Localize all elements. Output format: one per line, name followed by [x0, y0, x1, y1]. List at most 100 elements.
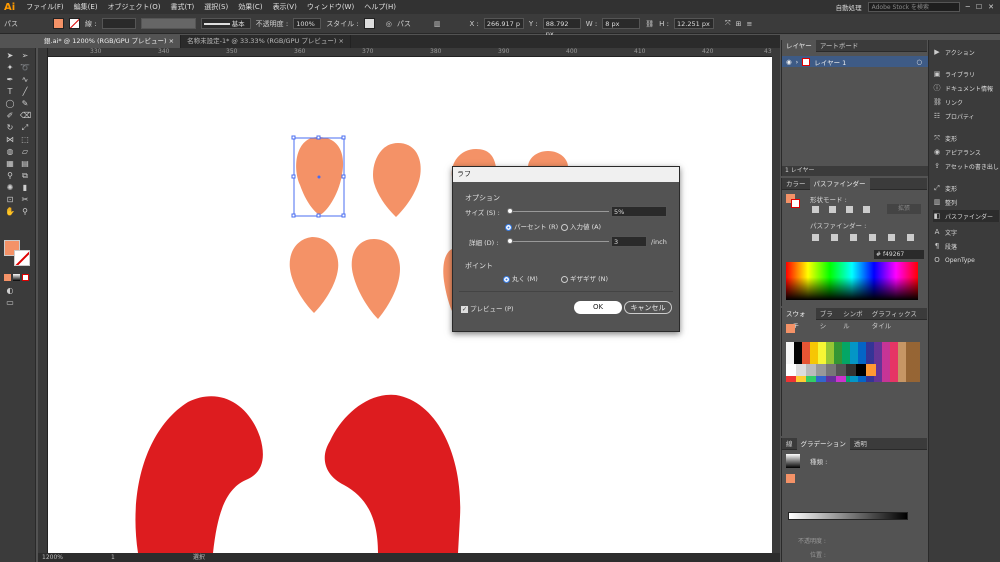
menu-view[interactable]: 表示(V): [268, 2, 302, 12]
graph-tool-icon[interactable]: ▮: [20, 183, 30, 192]
variable-width-field[interactable]: [140, 18, 196, 29]
swatch-grid-row3[interactable]: [786, 376, 846, 382]
menu-object[interactable]: オブジェクト(O): [103, 2, 166, 12]
menu-help[interactable]: ヘルプ(H): [359, 2, 401, 12]
globe-icon[interactable]: ◎: [386, 20, 392, 28]
color-spectrum[interactable]: [786, 262, 918, 300]
workspace-switcher[interactable]: 自動処理: [836, 2, 862, 12]
gradient-thumbnail[interactable]: [786, 454, 800, 468]
tab-brushes[interactable]: ブラシ: [816, 308, 839, 330]
menu-window[interactable]: ウィンドウ(W): [302, 2, 359, 12]
align-icon[interactable]: ▥: [434, 20, 441, 28]
w-field[interactable]: 8 px: [602, 18, 641, 29]
stroke-color-box[interactable]: [14, 250, 30, 266]
layer-row[interactable]: ◉ › レイヤー 1 ○: [782, 56, 928, 67]
layer-name[interactable]: レイヤー 1: [814, 57, 846, 67]
menu-edit[interactable]: 編集(E): [69, 2, 103, 12]
h-field[interactable]: 12.251 px: [674, 18, 715, 29]
absolute-radio[interactable]: 入力値 (A): [561, 221, 601, 231]
expand-chevron-icon[interactable]: ›: [796, 58, 799, 66]
dock-opentype[interactable]: O OpenType: [933, 254, 999, 266]
menu-type[interactable]: 書式(T): [166, 2, 200, 12]
visibility-eye-icon[interactable]: ◉: [786, 58, 792, 66]
direct-selection-tool-icon[interactable]: ➢: [20, 51, 30, 60]
fill-swatch[interactable]: [53, 18, 64, 29]
stock-search-input[interactable]: Adobe Stock を検索: [867, 2, 960, 12]
absolute-radio-dot[interactable]: [561, 223, 568, 231]
isolate-icon[interactable]: ⊞: [736, 20, 742, 28]
dock-appearance[interactable]: ◉ アピアランス: [933, 146, 999, 158]
stroke-weight-field[interactable]: [101, 18, 136, 29]
gradient-fill-swatch[interactable]: [786, 474, 795, 483]
swatch-grid-row2[interactable]: [786, 364, 876, 376]
tab-document-1[interactable]: 銀.ai* @ 1200% (RGB/GPU プレビュー) ×: [38, 35, 182, 48]
corner-radio-dot[interactable]: [561, 275, 568, 283]
link-icon[interactable]: ⛓: [645, 20, 654, 28]
tab-artboards[interactable]: アートボード: [816, 40, 863, 52]
eyedropper-icon[interactable]: ⚲: [5, 171, 15, 180]
lasso-icon[interactable]: ➰: [20, 63, 30, 72]
tab-symbols[interactable]: シンボル: [839, 308, 868, 330]
tab-pathfinder[interactable]: パスファインダー: [809, 177, 870, 190]
symbol-sprayer-icon[interactable]: ✺: [5, 183, 15, 192]
close-icon[interactable]: ✕: [988, 3, 994, 11]
blend-tool-icon[interactable]: ⧉: [20, 171, 30, 180]
dock-document-info[interactable]: ⓘ ドキュメント情報: [933, 82, 999, 94]
close-icon[interactable]: ×: [338, 37, 343, 45]
tab-gradient[interactable]: グラデーション: [796, 437, 850, 450]
checkbox-checked-icon[interactable]: ✓: [461, 306, 468, 313]
pathfinder-buttons[interactable]: [812, 234, 914, 241]
eraser-tool-icon[interactable]: ⌫: [20, 111, 31, 120]
tab-swatches[interactable]: スウォッチ: [782, 307, 816, 330]
magic-wand-icon[interactable]: ✦: [5, 63, 15, 72]
preview-checkbox[interactable]: ✓ プレビュー (P): [461, 303, 514, 313]
detail-slider-track[interactable]: [509, 241, 609, 242]
selection-tool-icon[interactable]: ➤: [5, 51, 15, 60]
size-field[interactable]: 5%: [611, 206, 667, 217]
brush-field[interactable]: 基本: [200, 18, 251, 29]
shape-mode-buttons[interactable]: [812, 206, 870, 213]
perspective-icon[interactable]: ▱: [20, 147, 30, 156]
ok-button[interactable]: OK: [574, 301, 622, 314]
tab-graphic-styles[interactable]: グラフィックスタイル: [868, 308, 927, 330]
zoom-tool-icon[interactable]: ⚲: [20, 207, 30, 216]
cancel-button[interactable]: キャンセル: [624, 301, 672, 314]
artboard-tool-icon[interactable]: ⊡: [5, 195, 15, 204]
ellipse-tool-icon[interactable]: ◯: [5, 99, 15, 108]
shape-builder-icon[interactable]: ◍: [5, 147, 15, 156]
dock-paragraph[interactable]: ¶ 段落: [933, 240, 999, 252]
rotate-tool-icon[interactable]: ↻: [5, 123, 15, 132]
corner-radio[interactable]: ギザギザ (N): [561, 273, 608, 283]
hand-tool-icon[interactable]: ✋: [5, 207, 15, 216]
detail-field[interactable]: 3: [611, 236, 647, 247]
slice-tool-icon[interactable]: ✂: [20, 195, 30, 204]
transform-icon[interactable]: ⤧: [725, 19, 731, 28]
gradient-tool-icon[interactable]: ▤: [20, 159, 30, 168]
close-icon[interactable]: ×: [169, 37, 174, 45]
free-transform-icon[interactable]: ⬚: [20, 135, 30, 144]
mini-stroke-swatch[interactable]: [791, 199, 800, 208]
tab-document-2[interactable]: 名称未設定-1* @ 33.33% (RGB/GPU プレビュー) ×: [181, 35, 351, 48]
dock-asset-export[interactable]: ⇪ アセットの書き出し: [933, 160, 999, 172]
percent-radio[interactable]: パーセント (R): [505, 221, 558, 231]
shaper-tool-icon[interactable]: ✐: [5, 111, 15, 120]
dock-libraries[interactable]: ▣ ライブラリ: [933, 68, 999, 80]
gradient-slider[interactable]: [788, 512, 908, 520]
dock-pathfinder[interactable]: ◧ パスファインダー: [933, 210, 999, 222]
y-field[interactable]: 88.792 px: [542, 18, 581, 38]
tab-transparency[interactable]: 透明: [850, 438, 871, 450]
tab-layers[interactable]: レイヤー: [782, 39, 816, 52]
smooth-radio-dot[interactable]: [503, 275, 510, 283]
canvas-vertical-scrollbar[interactable]: [772, 48, 780, 553]
tab-stroke[interactable]: 線: [782, 438, 797, 450]
x-field[interactable]: 266.917 p: [483, 18, 524, 29]
expand-button[interactable]: 拡張: [887, 204, 921, 214]
percent-radio-dot[interactable]: [505, 223, 512, 231]
minimize-icon[interactable]: ─: [966, 3, 970, 11]
tab-color[interactable]: カラー: [782, 178, 810, 190]
dock-transform[interactable]: ⤧ 変形: [933, 132, 999, 144]
mesh-tool-icon[interactable]: ▦: [5, 159, 15, 168]
scale-tool-icon[interactable]: ⤢: [20, 123, 30, 132]
zoom-level[interactable]: 1200%: [42, 553, 63, 562]
pen-tool-icon[interactable]: ✒: [5, 75, 15, 84]
